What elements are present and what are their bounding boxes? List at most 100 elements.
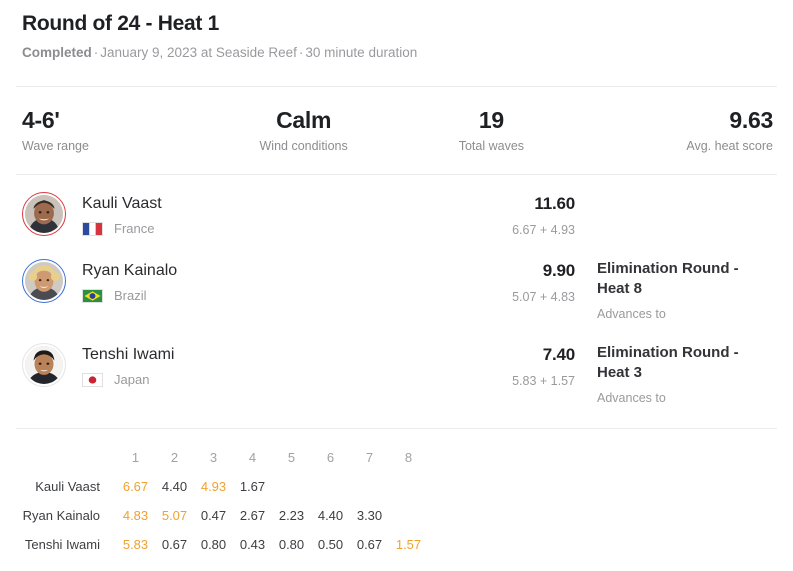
row-athlete-name: Ryan Kainalo — [22, 508, 100, 523]
score-block: 11.60 6.67 + 4.93 — [425, 191, 575, 238]
column-header: 6 — [326, 450, 335, 465]
avatar-ring — [22, 259, 66, 303]
column-header: 5 — [287, 450, 296, 465]
wave-score-table: 1 2 3 4 5 6 7 8 Kauli Vaast 6.67 4.40 4.… — [16, 429, 777, 559]
stat-label: Wave range — [22, 139, 89, 153]
avatar-photo-icon — [25, 346, 63, 384]
wave-score-cell: 0.67 — [161, 537, 188, 552]
stat-label: Wind conditions — [259, 139, 348, 153]
stat-label: Total waves — [458, 139, 525, 153]
athlete-country: Japan — [82, 372, 425, 388]
column-header: 7 — [365, 450, 374, 465]
wave-score-cell: 0.47 — [200, 508, 227, 523]
score-block: 7.40 5.83 + 1.57 — [425, 342, 575, 389]
row-athlete-name: Tenshi Iwami — [24, 537, 100, 552]
column-header: 8 — [404, 450, 413, 465]
wave-score-cell: 5.83 — [122, 537, 149, 552]
subtitle-separator-1: · — [93, 45, 99, 60]
score-breakdown: 5.83 + 1.57 — [512, 374, 575, 388]
table-row: Kauli Vaast 6.67 4.40 4.93 1.67 — [16, 472, 777, 501]
row-athlete-name: Kauli Vaast — [35, 479, 100, 494]
athlete-name: Ryan Kainalo — [82, 262, 178, 279]
heat-total-score: 11.60 — [534, 194, 575, 213]
advances-destination: Elimination Round - Heat 8 — [597, 260, 739, 297]
wave-score-cell: 1.57 — [395, 537, 422, 552]
country-name: Japan — [114, 372, 150, 387]
heat-subtitle: Completed · January 9, 2023 at Seaside Ree… — [22, 44, 777, 62]
table-row: Tenshi Iwami 5.83 0.67 0.80 0.43 0.80 0.… — [16, 530, 777, 559]
advances-block — [575, 191, 775, 199]
column-header: 4 — [248, 450, 257, 465]
stat-value: 4-6' — [22, 107, 60, 133]
avatar-ring — [22, 192, 66, 236]
athlete-info: Tenshi Iwami Japan — [66, 342, 425, 388]
wave-score-cell: 4.83 — [122, 508, 149, 523]
stat-wave-range: 4-6' Wave range — [22, 106, 210, 154]
stat-value: Calm — [276, 107, 332, 133]
heat-total-score: 7.40 — [542, 345, 575, 364]
flag-japan-icon — [82, 373, 103, 387]
wave-score-cell: 4.93 — [200, 479, 227, 494]
score-breakdown: 5.07 + 4.83 — [512, 290, 575, 304]
stats-row: 4-6' Wave range Calm Wind conditions 19 … — [16, 87, 777, 154]
wave-score-cell: 0.80 — [278, 537, 305, 552]
stat-label: Avg. heat score — [686, 139, 773, 153]
stat-avg-heat-score: 9.63 Avg. heat score — [585, 106, 773, 154]
athlete-results-list: Kauli Vaast France 11.60 6.67 + 4.93 Rya… — [16, 175, 777, 414]
wave-score-cell: 2.67 — [239, 508, 266, 523]
country-name: Brazil — [114, 288, 147, 303]
flag-france-icon — [82, 222, 103, 236]
advances-label: Advances to — [597, 307, 666, 321]
heat-datetime: January 9, 2023 at Seaside Reef — [100, 45, 297, 60]
wave-score-cell: 0.43 — [239, 537, 266, 552]
table-row: Ryan Kainalo 4.83 5.07 0.47 2.67 2.23 4.… — [16, 501, 777, 530]
column-header: 1 — [131, 450, 140, 465]
column-header: 2 — [170, 450, 179, 465]
wave-score-cell: 1.67 — [239, 479, 266, 494]
list-item[interactable]: Ryan Kainalo Brazil 9.90 5.07 + 4.83 Eli… — [16, 246, 777, 330]
heat-header: Round of 24 - Heat 1 Completed · January 9… — [16, 0, 777, 62]
advances-block: Elimination Round - Heat 3 Advances to — [575, 342, 775, 406]
country-name: France — [114, 221, 155, 236]
avatar — [25, 346, 63, 384]
stat-value: 19 — [478, 107, 504, 133]
wave-score-cell: 3.30 — [356, 508, 383, 523]
list-item[interactable]: Kauli Vaast France 11.60 6.67 + 4.93 — [16, 179, 777, 246]
avatar-ring — [22, 343, 66, 387]
advances-destination: Elimination Round - Heat 3 — [597, 344, 739, 381]
advances-block: Elimination Round - Heat 8 Advances to — [575, 258, 775, 322]
column-header: 3 — [209, 450, 218, 465]
wave-score-cell: 6.67 — [122, 479, 149, 494]
table-header-row: 1 2 3 4 5 6 7 8 — [16, 443, 777, 472]
advances-label: Advances to — [597, 391, 666, 405]
avatar — [25, 195, 63, 233]
wave-score-cell: 0.67 — [356, 537, 383, 552]
avatar-photo-icon — [25, 195, 63, 233]
avatar — [25, 262, 63, 300]
athlete-name: Tenshi Iwami — [82, 346, 175, 363]
wave-score-cell: 0.50 — [317, 537, 344, 552]
score-breakdown: 6.67 + 4.93 — [512, 223, 575, 237]
page-title: Round of 24 - Heat 1 — [22, 12, 220, 35]
stat-total-waves: 19 Total waves — [398, 106, 586, 154]
list-item[interactable]: Tenshi Iwami Japan 7.40 5.83 + 1.57 Elim… — [16, 330, 777, 414]
athlete-country: Brazil — [82, 288, 425, 304]
stat-value: 9.63 — [729, 107, 773, 133]
wave-score-cell: 0.80 — [200, 537, 227, 552]
athlete-country: France — [82, 221, 425, 237]
heat-detail-page: Round of 24 - Heat 1 Completed · January 9… — [0, 0, 793, 571]
wave-score-cell: 4.40 — [317, 508, 344, 523]
wave-score-cell: 4.40 — [161, 479, 188, 494]
heat-total-score: 9.90 — [542, 261, 575, 280]
score-block: 9.90 5.07 + 4.83 — [425, 258, 575, 305]
avatar-photo-icon — [25, 262, 63, 300]
athlete-info: Kauli Vaast France — [66, 191, 425, 237]
heat-duration: 30 minute duration — [305, 45, 418, 60]
athlete-name: Kauli Vaast — [82, 195, 162, 212]
flag-brazil-icon — [82, 289, 103, 303]
wave-score-cell: 2.23 — [278, 508, 305, 523]
stat-wind-conditions: Calm Wind conditions — [210, 106, 398, 154]
status-badge: Completed — [22, 45, 92, 60]
wave-score-cell: 5.07 — [161, 508, 188, 523]
athlete-info: Ryan Kainalo Brazil — [66, 258, 425, 304]
